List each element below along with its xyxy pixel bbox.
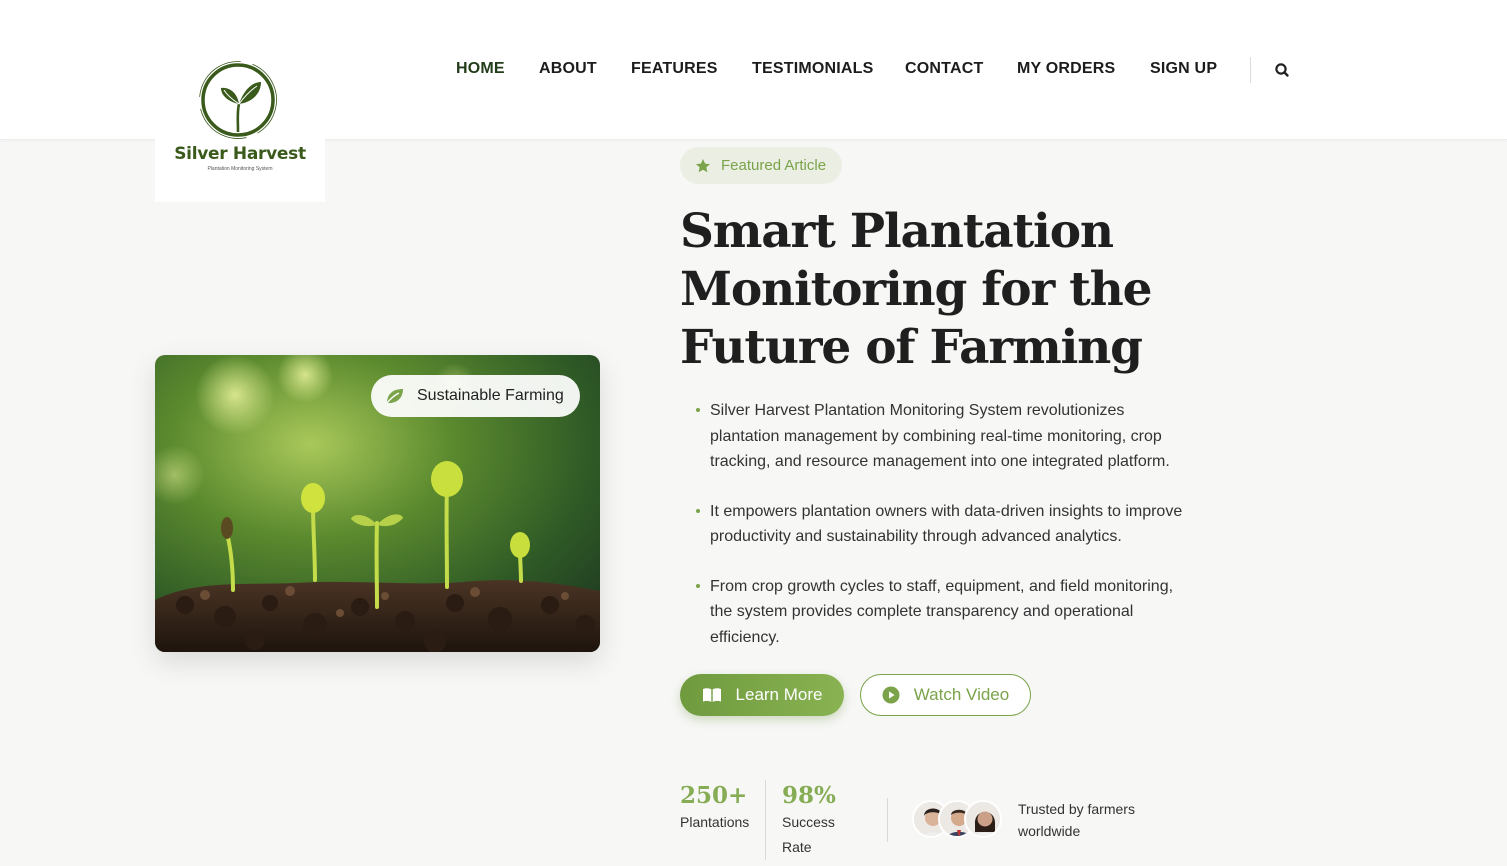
nav-item-testimonials[interactable]: TESTIMONIALS bbox=[752, 60, 874, 78]
sustainable-farming-tag: Sustainable Farming bbox=[371, 375, 580, 417]
nav-item-about[interactable]: ABOUT bbox=[539, 60, 597, 78]
leaf-icon bbox=[386, 389, 403, 404]
sprout-logo-icon bbox=[199, 61, 277, 139]
search-button[interactable] bbox=[1272, 60, 1292, 80]
stat-plantations-value: 250+ bbox=[680, 782, 748, 809]
stat-success-value: 98% bbox=[782, 782, 836, 809]
nav-item-sign-up[interactable]: SIGN UP bbox=[1150, 60, 1217, 78]
list-item: Silver Harvest Plantation Monitoring Sys… bbox=[694, 398, 1194, 475]
hero-bullet-list: Silver Harvest Plantation Monitoring Sys… bbox=[694, 398, 1194, 674]
stat-divider bbox=[765, 780, 766, 860]
list-item: From crop growth cycles to staff, equipm… bbox=[694, 574, 1194, 651]
hero-image-card: Sustainable Farming bbox=[155, 355, 600, 652]
nav-item-home[interactable]: HOME bbox=[456, 60, 505, 78]
avatar bbox=[964, 800, 1002, 838]
nav-item-contact[interactable]: CONTACT bbox=[905, 60, 983, 78]
star-icon bbox=[696, 158, 710, 172]
stat-divider bbox=[887, 798, 888, 842]
list-item: It empowers plantation owners with data-… bbox=[694, 499, 1194, 550]
search-icon bbox=[1275, 63, 1289, 77]
learn-more-button[interactable]: Learn More bbox=[680, 674, 844, 716]
nav-item-my-orders[interactable]: MY ORDERS bbox=[1017, 60, 1115, 78]
watch-video-label: Watch Video bbox=[913, 685, 1010, 704]
farmer-avatars bbox=[912, 800, 1004, 840]
brand-logo[interactable]: Silver Harvest Plantation Monitoring Sys… bbox=[155, 52, 325, 202]
watch-video-button[interactable]: Watch Video bbox=[860, 674, 1031, 716]
hero-title: Smart Plantation Monitoring for the Futu… bbox=[680, 204, 1153, 375]
nav-divider bbox=[1250, 57, 1251, 83]
learn-more-label: Learn More bbox=[735, 685, 823, 704]
play-icon bbox=[882, 686, 900, 704]
sustainable-farming-label: Sustainable Farming bbox=[417, 387, 564, 404]
trusted-by-text: Trusted by farmers worldwide bbox=[1018, 801, 1135, 839]
stat-plantations-label: Plantations bbox=[680, 814, 750, 830]
brand-tagline: Plantation Monitoring System bbox=[207, 166, 273, 172]
book-icon bbox=[702, 688, 721, 702]
featured-article-badge: Featured Article bbox=[680, 147, 843, 184]
brand-name: Silver Harvest bbox=[174, 144, 306, 164]
featured-article-label: Featured Article bbox=[721, 157, 827, 174]
stat-success-label: Success Rate bbox=[782, 814, 835, 855]
nav-item-features[interactable]: FEATURES bbox=[631, 60, 718, 78]
